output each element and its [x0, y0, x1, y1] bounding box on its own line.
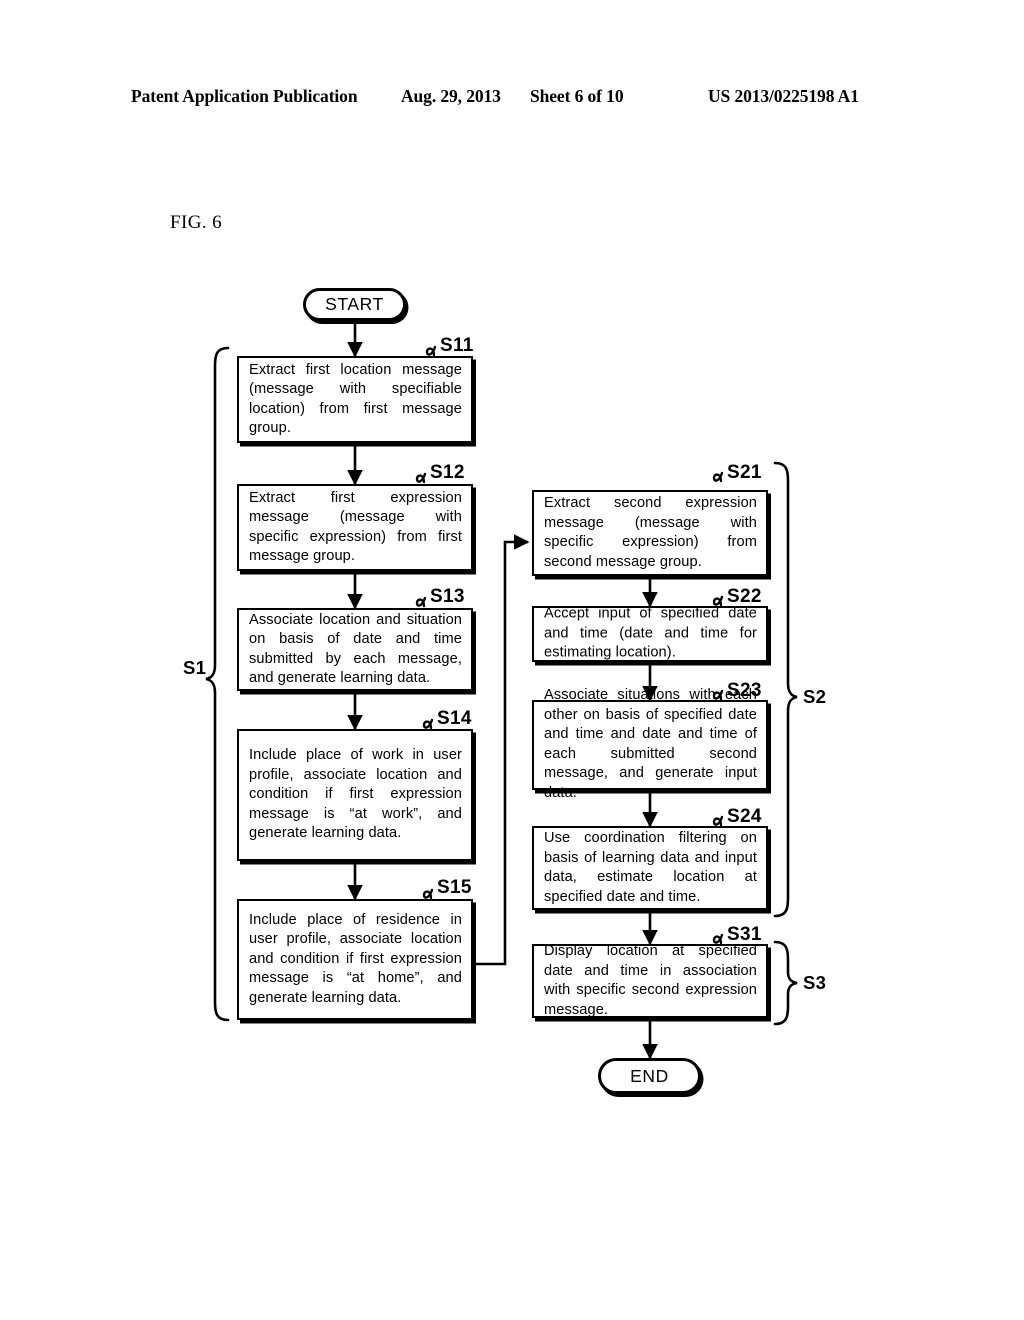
step-label-s23: S23 — [727, 680, 762, 701]
group-label-s1: S1 — [183, 657, 207, 678]
process-box-s11[interactable]: Extract first location message (message … — [237, 356, 473, 443]
terminator-start: START — [303, 288, 406, 321]
patent-figure-page: Patent Application Publication Aug. 29, … — [0, 0, 1024, 1320]
process-box-s13[interactable]: Associate location and situation on basi… — [237, 608, 473, 691]
step-label-s15: S15 — [437, 877, 472, 898]
flowchart: START Extract first location message (me… — [0, 0, 1024, 1320]
group-label-s3: S3 — [803, 972, 827, 993]
flowchart-connectors — [205, 321, 798, 1060]
step-label-s24: S24 — [727, 806, 762, 827]
process-text-s11: Extract first location message (message … — [249, 361, 462, 437]
process-text-s14: Include place of work in user profile, a… — [249, 747, 462, 842]
step-label-s11: S11 — [440, 335, 474, 356]
process-text-s13: Associate location and situation on basi… — [249, 611, 462, 687]
step-label-s31: S31 — [727, 924, 762, 945]
group-label-s2: S2 — [803, 686, 827, 707]
process-box-s12[interactable]: Extract first expression message (messag… — [237, 484, 473, 571]
step-label-s13: S13 — [430, 586, 465, 607]
process-box-s15[interactable]: Include place of residence in user profi… — [237, 899, 473, 1020]
terminator-start-label: START — [325, 294, 384, 314]
process-box-s22[interactable]: Accept input of specified date and time … — [532, 606, 768, 662]
step-label-s21: S21 — [727, 462, 762, 483]
step-label-s14: S14 — [437, 708, 472, 729]
terminator-end-label: END — [630, 1065, 669, 1086]
step-label-s12: S12 — [430, 462, 465, 483]
process-text-s24: Use coordination filtering on basis of l… — [544, 829, 757, 905]
process-box-s21[interactable]: Extract second expression message (messa… — [532, 490, 768, 576]
process-box-s24[interactable]: Use coordination filtering on basis of l… — [532, 826, 768, 910]
process-text-s12: Extract first expression message (messag… — [249, 489, 462, 565]
process-text-s15: Include place of residence in user profi… — [249, 911, 462, 1006]
process-text-s23: Associate situations with each other on … — [544, 687, 757, 802]
process-text-s21: Extract second expression message (messa… — [544, 494, 757, 570]
process-box-s14[interactable]: Include place of work in user profile, a… — [237, 729, 473, 861]
terminator-end: END — [598, 1058, 701, 1094]
process-box-s31[interactable]: Display location at specified date and t… — [532, 942, 768, 1018]
step-label-s22: S22 — [727, 586, 762, 607]
process-box-s23[interactable]: Associate situations with each other on … — [532, 687, 768, 801]
process-text-s22: Accept input of specified date and time … — [544, 605, 757, 661]
process-text-s31: Display location at specified date and t… — [544, 942, 757, 1018]
